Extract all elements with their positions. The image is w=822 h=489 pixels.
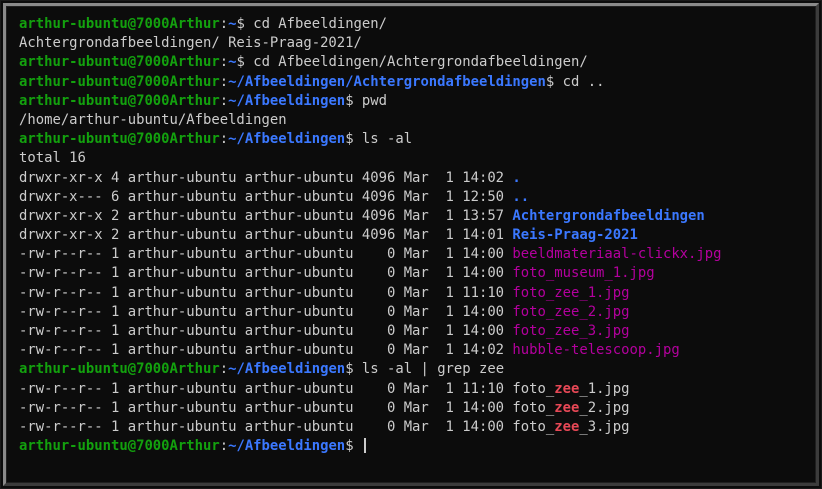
prompt-path: ~/Afbeeldingen (228, 92, 346, 109)
output-line: Achtergrondafbeeldingen/ Reis-Praag-2021… (19, 34, 722, 53)
terminal-output: arthur-ubuntu@7000Arthur:~$ cd Afbeeldin… (19, 15, 722, 456)
prompt-separator: : (219, 92, 229, 109)
terminal-window[interactable]: arthur-ubuntu@7000Arthur:~$ cd Afbeeldin… (13, 13, 809, 476)
listing-row: -rw-r--r-- 1 arthur-ubuntu arthur-ubuntu… (19, 322, 722, 341)
command-text: cd Afbeeldingen/Achtergrondafbeeldingen/ (253, 54, 588, 71)
file-metadata: drwxr-xr-x 4 arthur-ubuntu arthur-ubuntu… (19, 169, 513, 186)
file-name-suffix: _1.jpg (579, 380, 630, 397)
directory-name: Achtergrondafbeeldingen (512, 207, 705, 224)
file-metadata: -rw-r--r-- 1 arthur-ubuntu arthur-ubuntu… (19, 323, 513, 339)
file-name-prefix: foto_ (512, 399, 555, 416)
image-file-name: foto_museum_1.jpg (512, 265, 655, 282)
image-file-name: foto_zee_1.jpg (512, 284, 630, 301)
prompt-user-host: arthur-ubuntu@7000Arthur (19, 438, 220, 455)
prompt-path: ~/Afbeeldingen (228, 361, 346, 378)
prompt-path: ~/Afbeeldingen (228, 131, 346, 148)
file-metadata: -rw-r--r-- 1 arthur-ubuntu arthur-ubuntu… (19, 284, 513, 301)
grep-result-row: -rw-r--r-- 1 arthur-ubuntu arthur-ubuntu… (19, 399, 722, 418)
prompt-separator: : (219, 73, 229, 90)
file-metadata: -rw-r--r-- 1 arthur-ubuntu arthur-ubuntu… (19, 342, 513, 359)
prompt-line: arthur-ubuntu@7000Arthur:~/Afbeeldingen$… (19, 360, 722, 379)
prompt-line: arthur-ubuntu@7000Arthur:~/Afbeeldingen$… (19, 92, 722, 111)
command-text: ls -al | grep zee (361, 361, 505, 378)
prompt-separator: : (219, 54, 229, 71)
prompt-dollar: $ (545, 73, 563, 90)
prompt-user-host: arthur-ubuntu@7000Arthur (19, 54, 220, 71)
prompt-dollar: $ (345, 438, 362, 455)
prompt-user-host: arthur-ubuntu@7000Arthur (19, 131, 220, 148)
output-text: Achtergrondafbeeldingen/ Reis-Praag-2021… (19, 35, 362, 52)
file-name-suffix: _2.jpg (579, 399, 630, 416)
listing-row: -rw-r--r-- 1 arthur-ubuntu arthur-ubuntu… (19, 264, 722, 283)
file-name-suffix: _3.jpg (579, 418, 630, 435)
directory-name: .. (512, 188, 530, 205)
prompt-user-host: arthur-ubuntu@7000Arthur (19, 73, 220, 90)
listing-row: drwxr-x--- 6 arthur-ubuntu arthur-ubuntu… (19, 188, 722, 207)
image-file-name: foto_zee_2.jpg (512, 303, 630, 320)
image-file-name: hubble-telescoop.jpg (512, 342, 680, 359)
file-metadata: -rw-r--r-- 1 arthur-ubuntu arthur-ubuntu… (19, 303, 513, 320)
prompt-user-host: arthur-ubuntu@7000Arthur (19, 16, 220, 32)
prompt-line: arthur-ubuntu@7000Arthur:~/Afbeeldingen/… (19, 73, 722, 92)
prompt-path: ~/Afbeeldingen (228, 438, 346, 455)
prompt-dollar: $ (236, 54, 254, 71)
directory-name: Reis-Praag-2021 (512, 227, 638, 244)
listing-row: -rw-r--r-- 1 arthur-ubuntu arthur-ubuntu… (19, 303, 722, 322)
file-metadata: -rw-r--r-- 1 arthur-ubuntu arthur-ubuntu… (19, 246, 513, 263)
output-text: total 16 (19, 150, 86, 167)
output-line: /home/arthur-ubuntu/Afbeeldingen (19, 111, 722, 130)
prompt-path: ~/Afbeeldingen/Achtergrondafbeeldingen (228, 73, 546, 90)
file-metadata: drwxr-xr-x 2 arthur-ubuntu arthur-ubuntu… (19, 227, 513, 244)
image-file-name: foto_zee_3.jpg (512, 323, 630, 339)
listing-row: drwxr-xr-x 2 arthur-ubuntu arthur-ubuntu… (19, 226, 722, 245)
file-metadata: drwxr-x--- 6 arthur-ubuntu arthur-ubuntu… (19, 188, 513, 205)
file-name-prefix: foto_ (512, 380, 555, 397)
text-cursor[interactable] (363, 438, 366, 454)
prompt-line: arthur-ubuntu@7000Arthur:~$ cd Afbeeldin… (19, 53, 722, 72)
command-text: cd .. (562, 73, 605, 90)
grep-match-highlight: zee (554, 418, 580, 435)
prompt-separator: : (219, 361, 229, 378)
prompt-user-host: arthur-ubuntu@7000Arthur (19, 92, 220, 109)
listing-row: -rw-r--r-- 1 arthur-ubuntu arthur-ubuntu… (19, 245, 722, 264)
grep-result-row: -rw-r--r-- 1 arthur-ubuntu arthur-ubuntu… (19, 380, 722, 399)
image-file-name: beeldmateriaal-clickx.jpg (512, 246, 722, 263)
file-metadata: drwxr-xr-x 2 arthur-ubuntu arthur-ubuntu… (19, 207, 513, 224)
grep-match-highlight: zee (554, 380, 580, 397)
grep-match-highlight: zee (554, 399, 580, 416)
prompt-separator: : (219, 131, 229, 148)
grep-result-row: -rw-r--r-- 1 arthur-ubuntu arthur-ubuntu… (19, 418, 722, 437)
file-metadata: -rw-r--r-- 1 arthur-ubuntu arthur-ubuntu… (19, 265, 513, 282)
prompt-separator: : (219, 438, 229, 455)
listing-row: drwxr-xr-x 4 arthur-ubuntu arthur-ubuntu… (19, 169, 722, 188)
file-metadata: -rw-r--r-- 1 arthur-ubuntu arthur-ubuntu… (19, 380, 513, 397)
command-text: ls -al (361, 131, 413, 148)
prompt-user-host: arthur-ubuntu@7000Arthur (19, 361, 220, 378)
prompt-dollar: $ (345, 361, 362, 378)
command-text: cd Afbeeldingen/ (253, 16, 388, 32)
prompt-line: arthur-ubuntu@7000Arthur:~$ cd Afbeeldin… (19, 15, 722, 34)
file-metadata: -rw-r--r-- 1 arthur-ubuntu arthur-ubuntu… (19, 399, 513, 416)
file-name-prefix: foto_ (512, 418, 555, 435)
listing-row: -rw-r--r-- 1 arthur-ubuntu arthur-ubuntu… (19, 341, 722, 360)
output-text: /home/arthur-ubuntu/Afbeeldingen (19, 111, 287, 128)
directory-name: . (512, 169, 521, 186)
prompt-separator: : (219, 16, 229, 32)
command-text: pwd (361, 92, 388, 109)
file-metadata: -rw-r--r-- 1 arthur-ubuntu arthur-ubuntu… (19, 418, 513, 435)
prompt-dollar: $ (345, 131, 362, 148)
output-line: total 16 (19, 149, 722, 168)
screenshot-frame: arthur-ubuntu@7000Arthur:~$ cd Afbeeldin… (0, 0, 822, 489)
listing-row: -rw-r--r-- 1 arthur-ubuntu arthur-ubuntu… (19, 284, 722, 303)
prompt-dollar: $ (345, 92, 362, 109)
prompt-line: arthur-ubuntu@7000Arthur:~/Afbeeldingen$… (19, 130, 722, 149)
prompt-line: arthur-ubuntu@7000Arthur:~/Afbeeldingen$ (19, 437, 722, 456)
listing-row: drwxr-xr-x 2 arthur-ubuntu arthur-ubuntu… (19, 207, 722, 226)
prompt-dollar: $ (236, 16, 254, 32)
